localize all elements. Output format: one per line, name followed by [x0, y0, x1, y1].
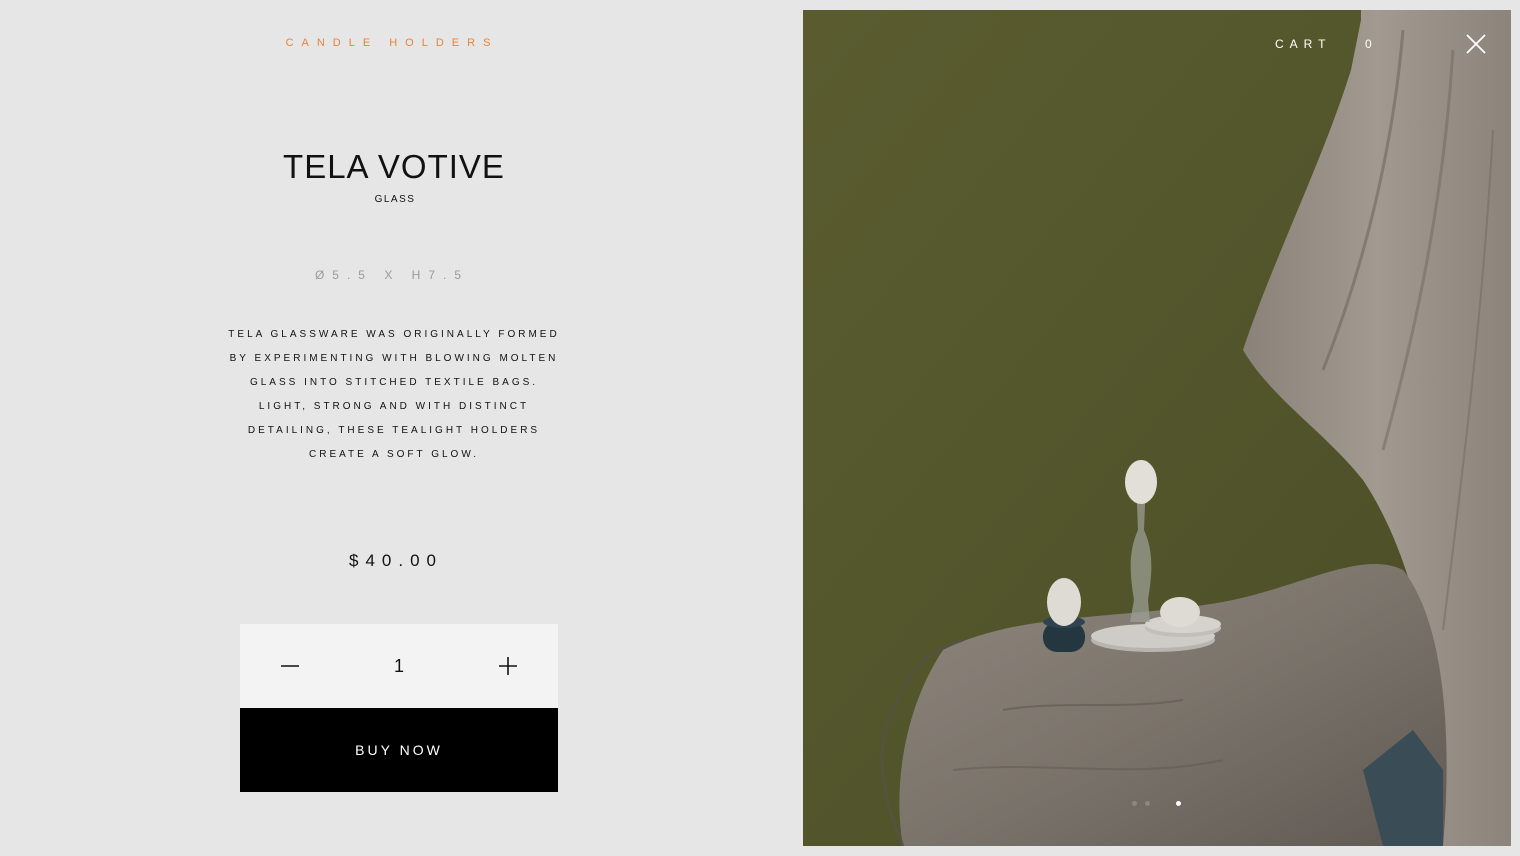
close-icon[interactable] — [1464, 32, 1488, 56]
product-dimensions: Ø5.5 X H7.5 — [314, 268, 470, 282]
product-material: GLASS — [374, 194, 416, 205]
close-icon-glyph — [1466, 34, 1486, 54]
cart-link[interactable]: CART — [1275, 37, 1331, 51]
buy-now-button[interactable]: BUY NOW — [240, 708, 558, 792]
product-photo-illustration — [803, 10, 1511, 846]
gallery-dot-2[interactable] — [1145, 801, 1150, 806]
product-photo — [803, 10, 1511, 846]
gallery-dot-1[interactable] — [1132, 801, 1137, 806]
product-title: TELA VOTIVE — [283, 148, 505, 185]
product-description: TELA GLASSWARE WAS ORIGINALLY FORMED BY … — [228, 329, 560, 460]
quantity-increase-button[interactable] — [458, 624, 558, 708]
gallery-dot-3[interactable] — [1176, 801, 1181, 806]
plus-icon — [499, 657, 517, 675]
quantity-decrease-button[interactable] — [240, 624, 340, 708]
cart-count-badge[interactable]: 0 — [1365, 37, 1375, 51]
category-label[interactable]: CANDLE HOLDERS — [0, 37, 784, 49]
product-price: $40.00 — [349, 551, 443, 570]
minus-icon — [281, 665, 299, 667]
product-info-panel: CANDLE HOLDERS TELA VOTIVE GLASS Ø5.5 X … — [0, 0, 790, 856]
quantity-value[interactable]: 1 — [340, 624, 458, 708]
quantity-stepper: 1 — [240, 624, 558, 708]
